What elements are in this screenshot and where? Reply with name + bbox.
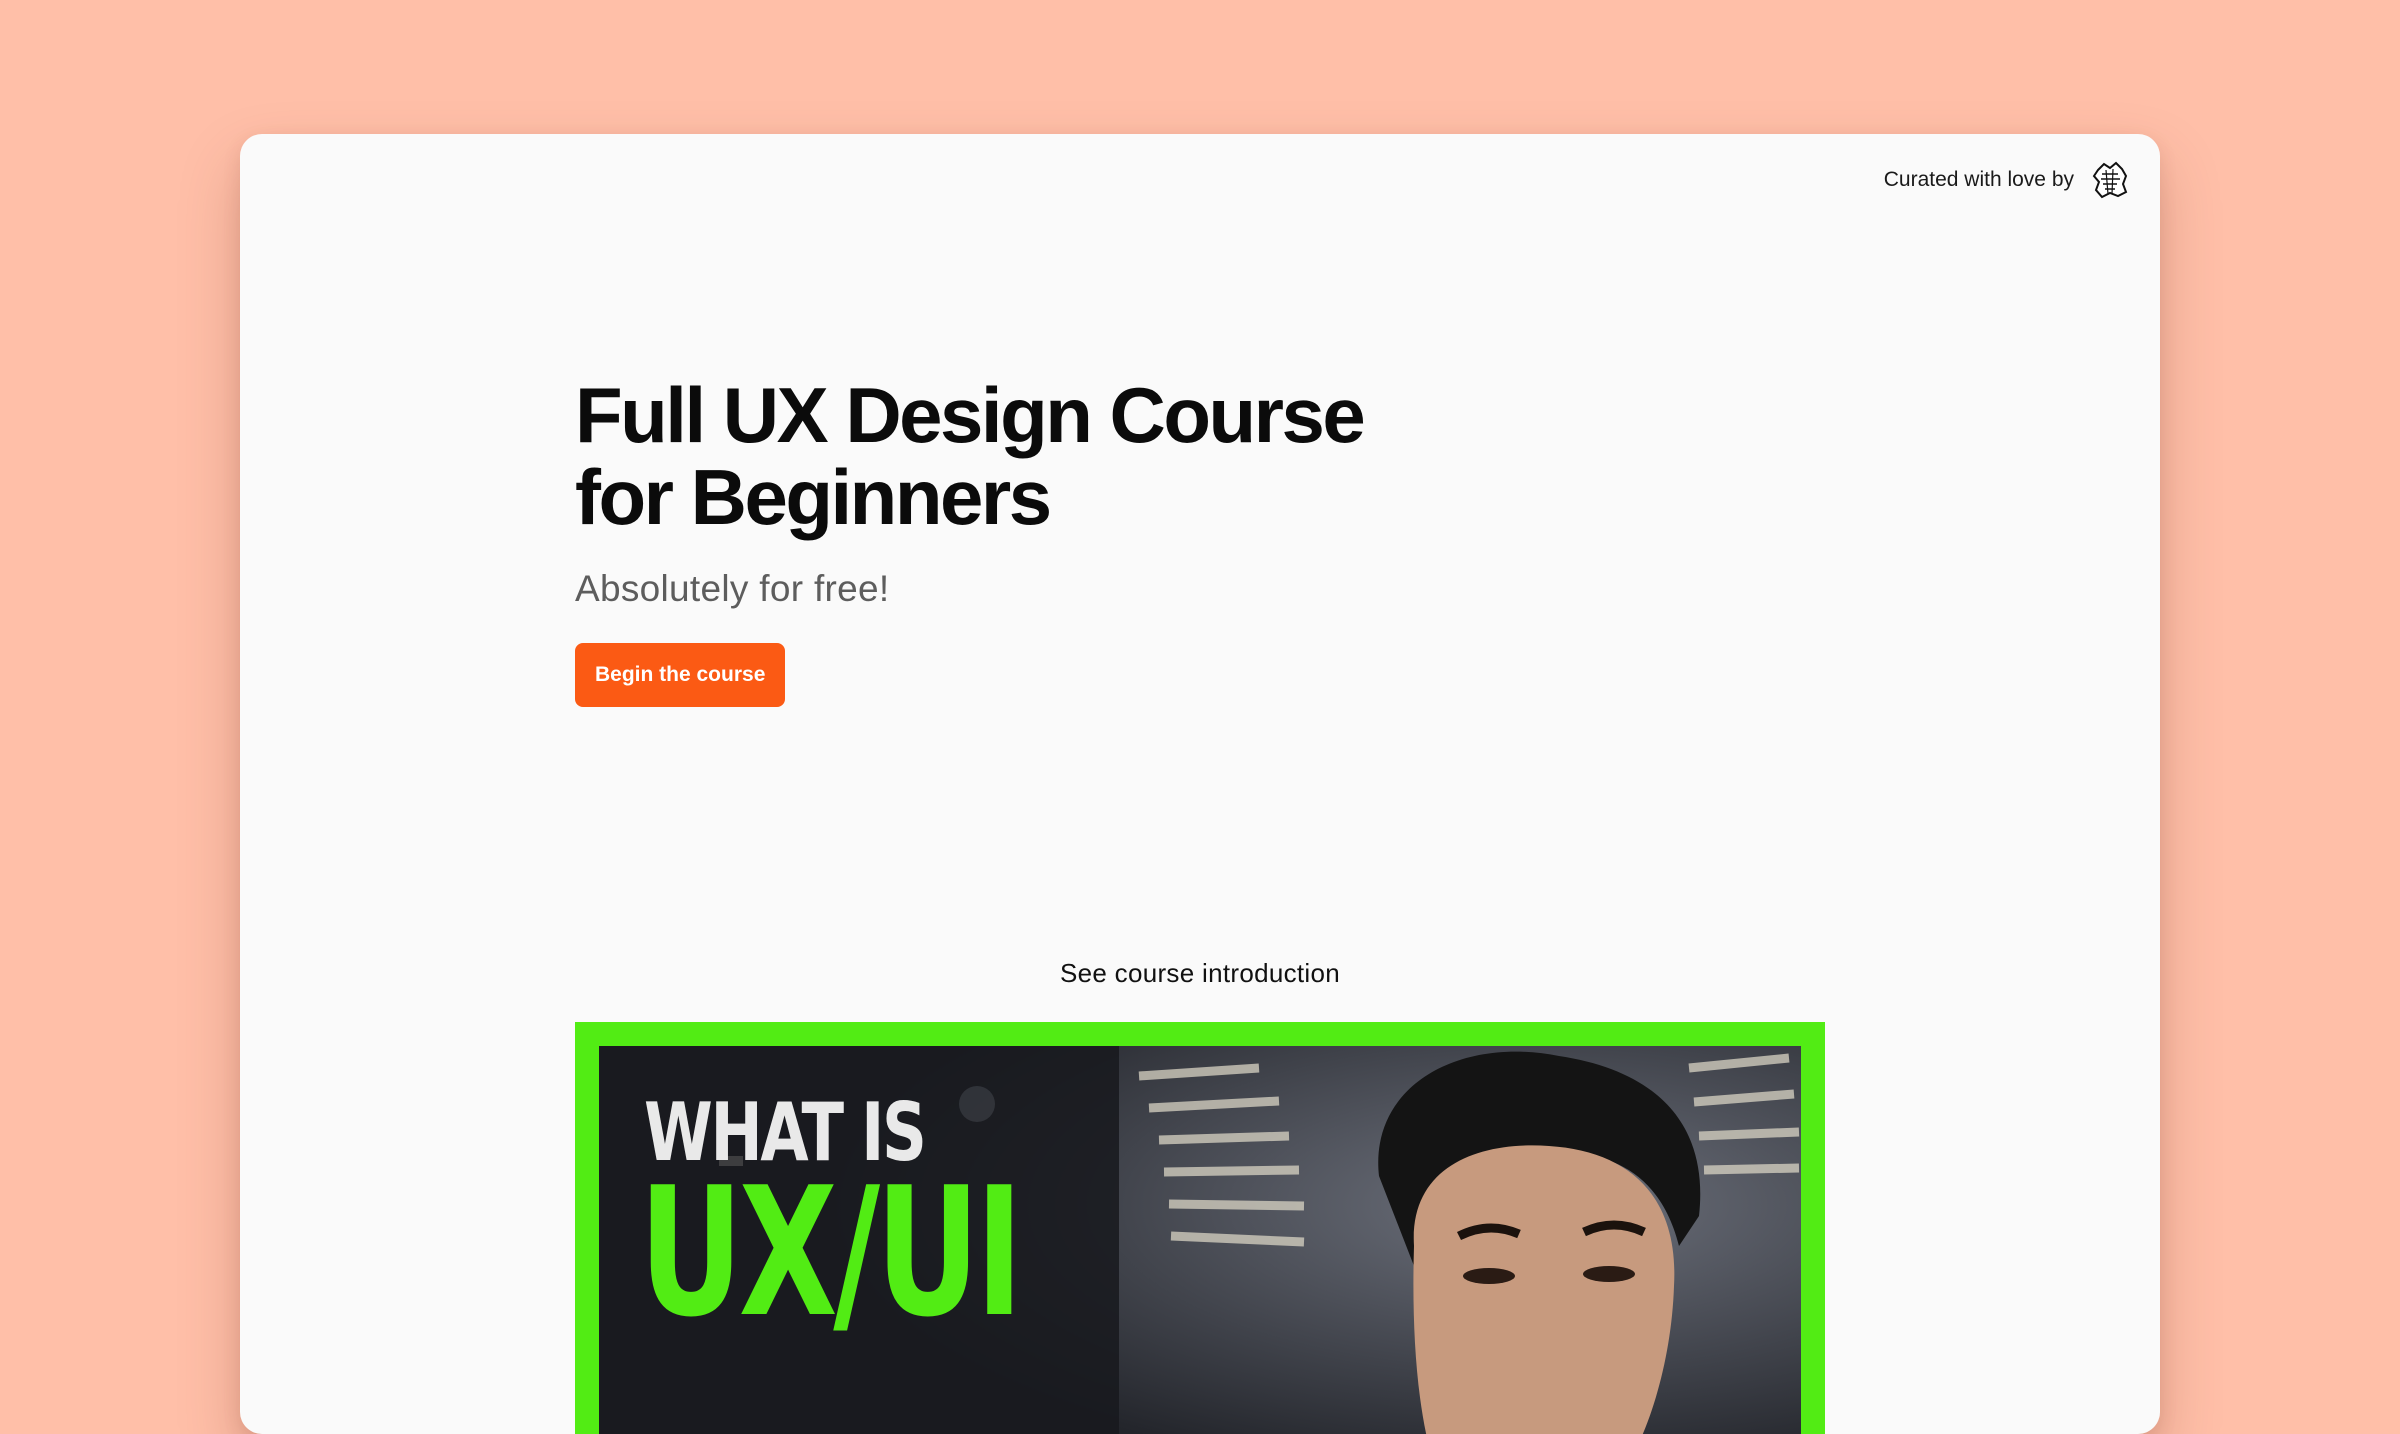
intro-label: See course introduction: [1059, 958, 1341, 988]
curated-by[interactable]: Curated with love by: [1884, 160, 2130, 200]
page-card: Curated with love by Full UX Design Cour…: [240, 134, 2160, 1434]
hero-section: Full UX Design Course for Beginners Abso…: [575, 374, 1475, 707]
page-subtitle: Absolutely for free!: [575, 568, 890, 609]
page-title: Full UX Design Course for Beginners: [575, 371, 1366, 541]
intro-video-thumbnail[interactable]: WHAT IS UX/UI: [575, 1022, 1825, 1434]
begin-course-button[interactable]: Begin the course: [575, 643, 786, 707]
curated-label: Curated with love by: [1883, 168, 2074, 191]
sketch-badge-icon[interactable]: [2090, 160, 2130, 200]
video-frame: WHAT IS UX/UI: [599, 1046, 1801, 1434]
thumbnail-line-2: UX/UI: [639, 1149, 1023, 1356]
